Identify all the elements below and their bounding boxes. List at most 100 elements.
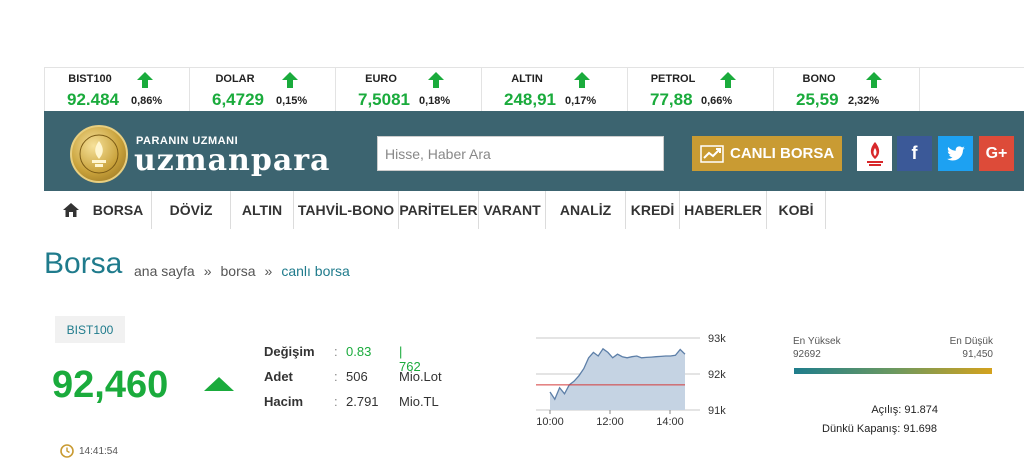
breadcrumb-separator: » [203, 263, 212, 279]
ticker-value: 6,4729 [212, 90, 264, 109]
stat-label: Adet [264, 369, 293, 384]
day-low-value: 91,450 [962, 349, 993, 360]
breadcrumb-separator: » [264, 263, 273, 279]
day-high-value: 92692 [793, 349, 821, 360]
ticker-name: ALTIN [511, 73, 543, 85]
stat-unit: Mio.Lot [399, 369, 442, 384]
milliyet-button[interactable] [857, 136, 892, 171]
ticker-name: EURO [365, 73, 397, 85]
nav-item-pariteler[interactable]: PARİTELER [399, 191, 479, 229]
arrow-up-icon [574, 72, 590, 88]
ticker-value: 77,88 [650, 90, 693, 109]
facebook-icon: f [911, 143, 918, 163]
x-tick-label: 12:00 [596, 416, 624, 428]
ticker-name: BONO [802, 73, 836, 85]
clock-icon [60, 444, 74, 458]
chart-line-icon [700, 144, 724, 163]
day-low-label: En Düşük [949, 336, 993, 347]
nav-item-doviz[interactable]: DÖVİZ [152, 191, 231, 229]
arrow-up-icon [282, 72, 298, 88]
market-ticker: BIST100 92.484 0,86% DOLAR 6,4729 0,15% … [44, 67, 1024, 112]
ticker-bist100[interactable]: BIST100 92.484 0,86% [44, 68, 190, 112]
ticker-change: 0,18% [419, 95, 451, 107]
breadcrumb-home[interactable]: ana sayfa [134, 263, 195, 279]
day-low: En Düşük 91,450 [950, 335, 993, 361]
ticker-change: 0,86% [131, 95, 163, 107]
y-tick-label: 91k [708, 405, 726, 417]
home-icon [63, 203, 79, 217]
triangle-up-icon [204, 377, 234, 391]
nav-item-analiz[interactable]: ANALİZ [546, 191, 626, 229]
site-header: PARANIN UZMANI uzmanpara CANLI BORSA f t… [44, 111, 1024, 191]
search-input[interactable] [377, 136, 664, 171]
y-tick-label: 92k [708, 369, 726, 381]
x-tick-label: 14:00 [656, 416, 684, 428]
ticker-change: 0,66% [701, 95, 733, 107]
red-flame-icon [866, 141, 883, 166]
flame-emblem-icon [79, 134, 119, 174]
nav-item-varant[interactable]: VARANT [479, 191, 546, 229]
update-time: 14:41:54 [79, 446, 118, 457]
day-high: En Yüksek 92692 [793, 335, 841, 361]
y-tick-label: 93k [708, 333, 726, 345]
arrow-up-icon [720, 72, 736, 88]
ticker-name: DOLAR [215, 73, 255, 85]
brand-name[interactable]: uzmanpara [134, 143, 331, 178]
home-button[interactable] [57, 191, 85, 229]
breadcrumb-borsa[interactable]: borsa [221, 263, 256, 279]
stat-unit: Mio.TL [399, 394, 439, 409]
stat-colon: : [334, 394, 338, 409]
previous-close: Dünkü Kapanış: 91.698 [822, 423, 937, 435]
page-title: Borsa [44, 247, 123, 280]
price-area [550, 348, 685, 410]
facebook-button[interactable]: f [897, 136, 932, 171]
nav-item-altin[interactable]: ALTIN [231, 191, 294, 229]
open-price: Açılış: 91.874 [871, 404, 938, 416]
stat-value: 506 [346, 369, 368, 384]
ticker-name: PETROL [650, 73, 696, 85]
ticker-change: 0,17% [565, 95, 597, 107]
day-range-bar [794, 368, 992, 374]
breadcrumb-current[interactable]: canlı borsa [281, 263, 349, 279]
live-borsa-button[interactable]: CANLI BORSA [692, 136, 842, 171]
ticker-value: 92.484 [67, 90, 119, 109]
ticker-altin[interactable]: ALTIN 248,91 0,17% [482, 68, 628, 112]
symbol-badge: BIST100 [55, 316, 125, 343]
google-plus-button[interactable]: G+ [979, 136, 1014, 171]
ticker-name: BIST100 [68, 73, 112, 85]
intraday-chart[interactable]: 93k 92k 91k 10:00 12:00 14:00 [530, 328, 740, 433]
stat-colon: : [334, 344, 338, 359]
nav-item-kredi[interactable]: KREDİ [626, 191, 680, 229]
ticker-petrol[interactable]: PETROL 77,88 0,66% [628, 68, 774, 112]
live-borsa-label: CANLI BORSA [730, 145, 835, 162]
arrow-up-icon [428, 72, 444, 88]
ticker-change: 0,15% [276, 95, 308, 107]
current-price: 92,460 [52, 364, 169, 406]
breadcrumb: ana sayfa » borsa » canlı borsa [134, 263, 350, 279]
arrow-up-icon [137, 72, 153, 88]
stat-value: 0.83 [346, 344, 372, 359]
nav-item-borsa[interactable]: BORSA [85, 191, 152, 229]
ticker-value: 248,91 [504, 90, 556, 109]
stat-label: Değişim [264, 344, 315, 359]
day-high-label: En Yüksek [793, 336, 841, 347]
twitter-button[interactable]: t [938, 136, 973, 171]
ticker-change: 2,32% [848, 95, 880, 107]
main-nav: BORSA DÖVİZ ALTIN TAHVİL-BONO PARİTELER … [57, 191, 826, 229]
x-tick-label: 10:00 [536, 416, 564, 428]
nav-item-haberler[interactable]: HABERLER [680, 191, 767, 229]
logo-medallion-icon[interactable] [70, 125, 128, 183]
nav-item-kobi[interactable]: KOBİ [767, 191, 826, 229]
stat-colon: : [334, 369, 338, 384]
ticker-dolar[interactable]: DOLAR 6,4729 0,15% [190, 68, 336, 112]
stat-label: Hacim [264, 394, 304, 409]
ticker-value: 25,59 [796, 90, 839, 109]
twitter-bird-icon [946, 145, 965, 160]
nav-item-tahvil-bono[interactable]: TAHVİL-BONO [294, 191, 399, 229]
google-plus-icon: G+ [985, 144, 1008, 162]
ticker-value: 7,5081 [358, 90, 410, 109]
arrow-up-icon [866, 72, 882, 88]
stat-value: 2.791 [346, 394, 379, 409]
ticker-bono[interactable]: BONO 25,59 2,32% [774, 68, 920, 112]
ticker-euro[interactable]: EURO 7,5081 0,18% [336, 68, 482, 112]
